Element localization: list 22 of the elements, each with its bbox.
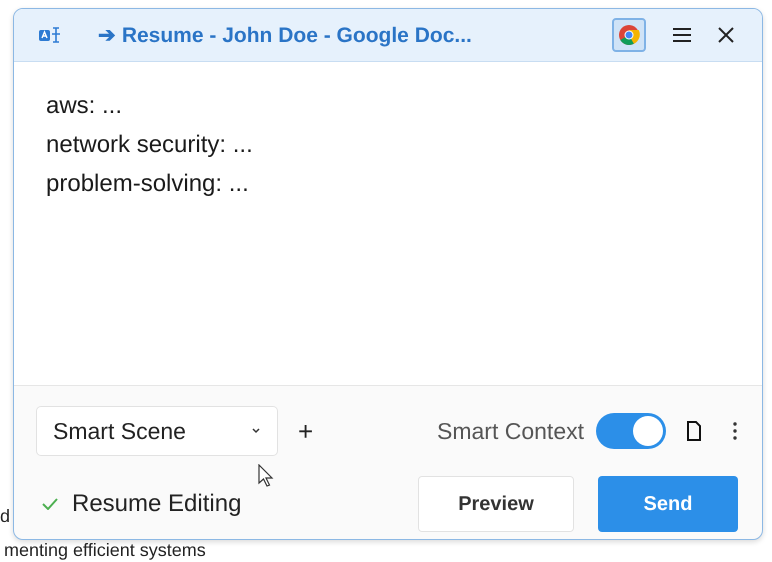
browser-button[interactable] xyxy=(612,18,646,52)
chevron-down-icon xyxy=(251,427,261,435)
translate-logo-icon xyxy=(38,25,62,45)
text-line: network security: ... xyxy=(46,130,254,160)
toggle-label: Smart Context xyxy=(437,418,584,444)
mouse-cursor-icon xyxy=(258,464,274,488)
document-text: d xyxy=(0,506,10,527)
status-text: Resume Editing xyxy=(72,490,242,518)
more-icon[interactable] xyxy=(732,421,738,441)
menu-icon[interactable] xyxy=(672,27,692,43)
document-icon[interactable] xyxy=(686,421,702,441)
window-title: ➔ Resume - John Doe - Google Doc... xyxy=(98,22,473,48)
document-text: menting efficient systems xyxy=(4,540,206,561)
toggle-switch[interactable] xyxy=(596,413,666,449)
chrome-icon xyxy=(618,24,640,46)
text-line: problem-solving: ... xyxy=(46,169,250,199)
preview-button[interactable]: Preview xyxy=(418,476,574,532)
text-line: aws: ... xyxy=(46,91,124,121)
close-icon[interactable] xyxy=(718,27,734,43)
scene-dropdown[interactable]: Smart Scene xyxy=(36,406,278,456)
add-button[interactable]: + xyxy=(294,416,318,446)
text-area[interactable]: aws: ... network security: ... problem-solving: ... xyxy=(14,62,762,386)
